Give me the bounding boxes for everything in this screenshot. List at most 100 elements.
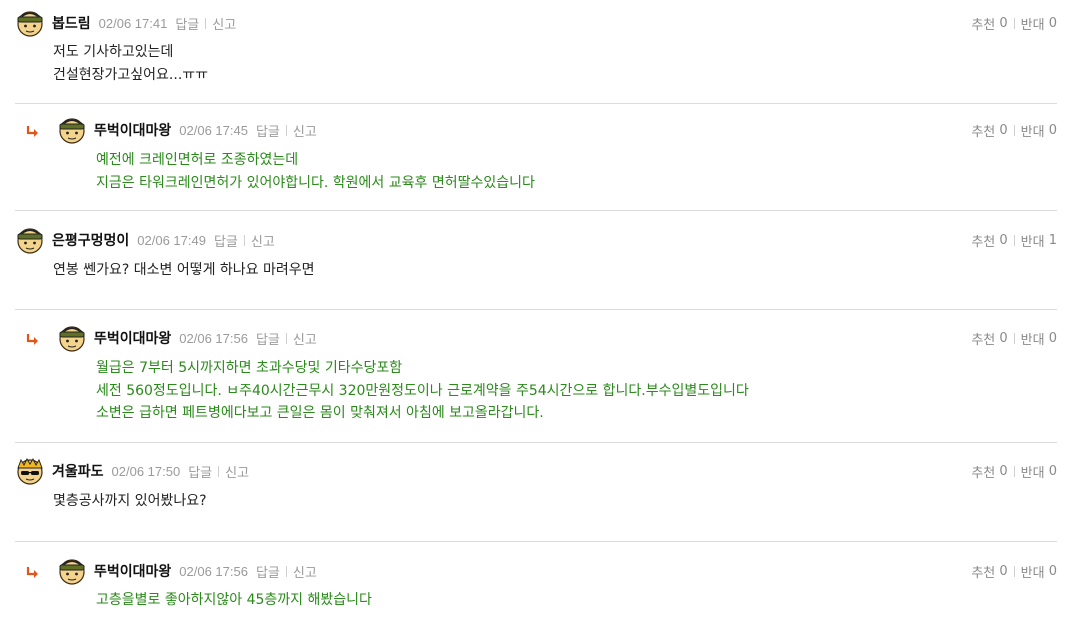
comment-author[interactable]: 봅드림 xyxy=(52,13,91,33)
vote-counts: 추천 0 반대 0 xyxy=(971,11,1057,35)
comment-author[interactable]: 뚜벅이대마왕 xyxy=(94,561,171,581)
upvote-label[interactable]: 추천 xyxy=(971,329,995,348)
comment-header: 봅드림 02/06 17:41 답글 신고 xyxy=(15,8,236,38)
avatar-icon[interactable] xyxy=(57,323,87,353)
comment-date: 02/06 17:50 xyxy=(111,463,181,479)
comment-line: 월급은 7부터 5시까지하면 초과수당및 기타수당포함 xyxy=(96,360,403,376)
divider xyxy=(218,465,220,477)
comment-header: 은평구멍멍이 02/06 17:49 답글 신고 xyxy=(15,225,275,255)
upvote-count: 0 xyxy=(999,232,1008,248)
reply-button[interactable]: 답글 xyxy=(256,562,280,581)
downvote-label[interactable]: 반대 xyxy=(1021,121,1045,140)
comment-line: 고층을별로 좋아하지않아 45층까지 해봤습니다 xyxy=(96,592,372,608)
comment-divider xyxy=(15,103,1057,104)
reply-button[interactable]: 답글 xyxy=(256,121,280,140)
reply-button[interactable]: 답글 xyxy=(214,231,238,250)
divider xyxy=(285,124,287,136)
comment-divider xyxy=(15,541,1057,542)
upvote-label[interactable]: 추천 xyxy=(971,121,995,140)
upvote-count: 0 xyxy=(999,463,1008,479)
comment-header: 뚜벅이대마왕 02/06 17:56 답글 신고 xyxy=(57,556,317,586)
divider xyxy=(1013,565,1015,577)
comment-divider xyxy=(15,210,1057,211)
comment-line: 세전 560정도입니다. ㅂ주40시간근무시 320만원정도이나 근로계약을 주… xyxy=(96,382,749,399)
upvote-label[interactable]: 추천 xyxy=(971,462,995,481)
downvote-label[interactable]: 반대 xyxy=(1021,462,1045,481)
comment-body: 몇층공사까지 있어봤나요? xyxy=(53,490,207,513)
comment-line: 건설현장가고싶어요...ㅠㅠ xyxy=(53,66,209,83)
report-button[interactable]: 신고 xyxy=(251,231,275,250)
upvote-count: 0 xyxy=(999,563,1008,579)
avatar-sunglasses-icon[interactable] xyxy=(15,456,45,486)
downvote-count: 0 xyxy=(1048,563,1057,579)
upvote-count: 0 xyxy=(999,122,1008,138)
avatar-icon[interactable] xyxy=(57,556,87,586)
downvote-label[interactable]: 반대 xyxy=(1021,14,1045,33)
vote-counts: 추천 0 반대 0 xyxy=(971,459,1057,483)
comment-header: 겨울파도 02/06 17:50 답글 신고 xyxy=(15,456,249,486)
comment-divider xyxy=(15,442,1057,443)
comment-line: 예전에 크레인면허로 조종하였는데 xyxy=(96,152,299,168)
avatar-icon[interactable] xyxy=(15,8,45,38)
upvote-count: 0 xyxy=(999,330,1008,346)
downvote-label[interactable]: 반대 xyxy=(1021,231,1045,250)
reply-button[interactable]: 답글 xyxy=(256,329,280,348)
divider xyxy=(1013,234,1015,246)
reply-arrow-icon xyxy=(26,126,38,137)
report-button[interactable]: 신고 xyxy=(293,121,317,140)
reply-button[interactable]: 답글 xyxy=(175,14,199,33)
comment-line: 저도 기사하고있는데 xyxy=(53,44,174,60)
comment-line: 소변은 급하면 페트병에다보고 큰일은 몸이 맞춰져서 아침에 보고올라갑니다. xyxy=(96,405,544,421)
downvote-count: 0 xyxy=(1048,122,1057,138)
vote-counts: 추천 0 반대 0 xyxy=(971,326,1057,350)
report-button[interactable]: 신고 xyxy=(225,462,249,481)
divider xyxy=(285,565,287,577)
upvote-label[interactable]: 추천 xyxy=(971,14,995,33)
downvote-count: 1 xyxy=(1048,232,1057,248)
comment-body: 월급은 7부터 5시까지하면 초과수당및 기타수당포함 세전 560정도입니다.… xyxy=(96,357,749,425)
comment-body: 연봉 쎈가요? 대소변 어떻게 하나요 마려우면 xyxy=(53,259,315,282)
vote-counts: 추천 0 반대 1 xyxy=(971,228,1057,252)
comment-author[interactable]: 뚜벅이대마왕 xyxy=(94,120,171,140)
comment-date: 02/06 17:45 xyxy=(179,122,248,138)
reply-arrow-icon xyxy=(26,334,38,345)
avatar-icon[interactable] xyxy=(57,115,87,145)
comment-line: 연봉 쎈가요? 대소변 어떻게 하나요 마려우면 xyxy=(53,262,315,278)
comment-author[interactable]: 은평구멍멍이 xyxy=(52,230,129,250)
vote-counts: 추천 0 반대 0 xyxy=(971,559,1057,583)
downvote-label[interactable]: 반대 xyxy=(1021,329,1045,348)
comment-author[interactable]: 뚜벅이대마왕 xyxy=(94,328,171,348)
comment-body: 저도 기사하고있는데 건설현장가고싶어요...ㅠㅠ xyxy=(53,41,208,86)
avatar-icon[interactable] xyxy=(15,225,45,255)
divider xyxy=(205,17,207,29)
downvote-count: 0 xyxy=(1048,463,1057,479)
reply-arrow-icon xyxy=(26,567,38,578)
downvote-label[interactable]: 반대 xyxy=(1021,562,1045,581)
comment-body: 예전에 크레인면허로 조종하였는데 지금은 타워크레인면허가 있어야합니다. 학… xyxy=(96,149,535,194)
report-button[interactable]: 신고 xyxy=(293,329,317,348)
comment-divider xyxy=(15,309,1057,310)
reply-button[interactable]: 답글 xyxy=(188,462,212,481)
comment-date: 02/06 17:41 xyxy=(98,15,168,31)
comment-author[interactable]: 겨울파도 xyxy=(52,461,104,481)
report-button[interactable]: 신고 xyxy=(212,14,236,33)
comment-line: 몇층공사까지 있어봤나요? xyxy=(53,493,207,509)
comment-date: 02/06 17:49 xyxy=(137,232,206,248)
divider xyxy=(1013,124,1015,136)
vote-counts: 추천 0 반대 0 xyxy=(971,118,1057,142)
upvote-label[interactable]: 추천 xyxy=(971,562,995,581)
divider xyxy=(1013,332,1015,344)
upvote-count: 0 xyxy=(999,15,1008,31)
divider xyxy=(243,234,245,246)
downvote-count: 0 xyxy=(1048,330,1057,346)
report-button[interactable]: 신고 xyxy=(293,562,317,581)
comment-date: 02/06 17:56 xyxy=(179,563,248,579)
downvote-count: 0 xyxy=(1048,15,1057,31)
divider xyxy=(1013,465,1015,477)
divider xyxy=(285,332,287,344)
divider xyxy=(1013,17,1015,29)
upvote-label[interactable]: 추천 xyxy=(971,231,995,250)
comment-line: 지금은 타워크레인면허가 있어야합니다. 학원에서 교육후 면허딸수있습니다 xyxy=(96,174,535,191)
comment-body: 고층을별로 좋아하지않아 45층까지 해봤습니다 xyxy=(96,589,372,612)
comment-header: 뚜벅이대마왕 02/06 17:56 답글 신고 xyxy=(57,323,317,353)
